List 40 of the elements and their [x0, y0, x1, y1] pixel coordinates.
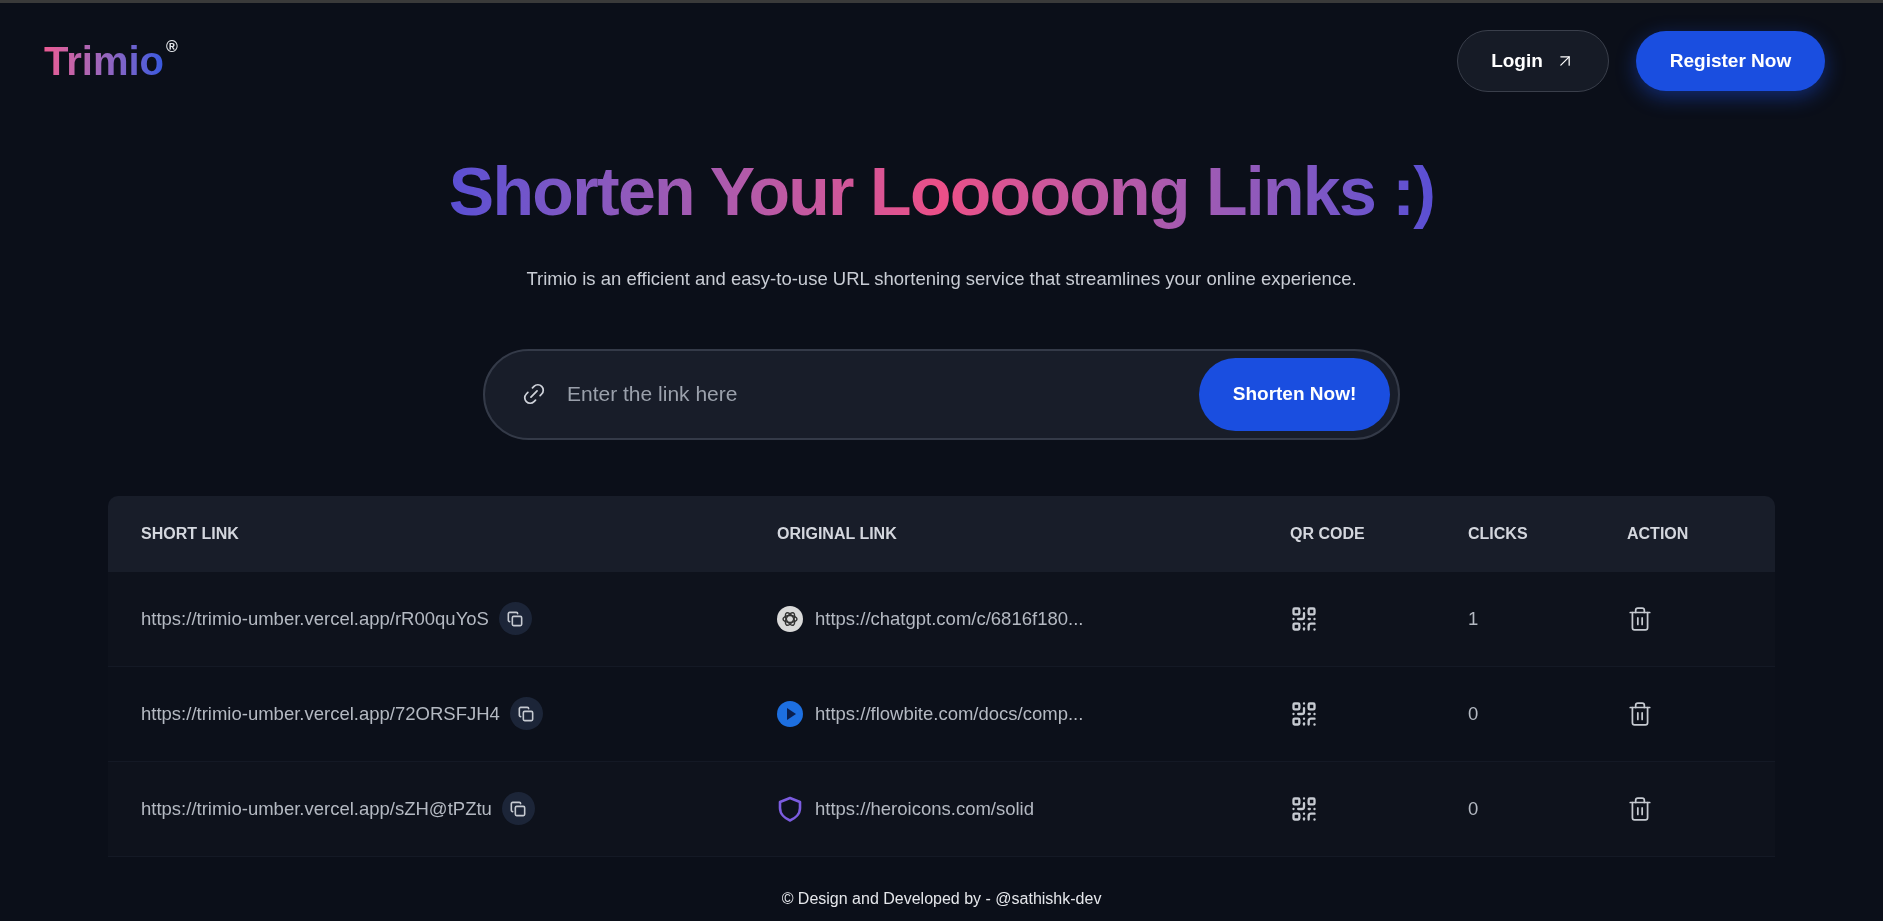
click-count: 0 [1468, 702, 1479, 724]
shorten-button[interactable]: Shorten Now! [1199, 357, 1390, 431]
qr-code-icon[interactable] [1290, 699, 1318, 728]
column-header: SHORT LINK [141, 524, 239, 542]
link-input-bar[interactable]: Enter the link here Shorten Now! [483, 348, 1400, 440]
copy-icon [518, 705, 535, 722]
trash-icon [1627, 795, 1653, 822]
trash-icon [1627, 700, 1653, 727]
short-link[interactable]: https://trimio-umber.vercel.app/sZH@tPZtu [141, 794, 492, 823]
column-header: CLICKS [1468, 524, 1528, 542]
column-header: ORIGINAL LINK [777, 524, 897, 542]
shield-icon [777, 795, 803, 822]
original-link[interactable]: https://chatgpt.com/c/6816f180... [815, 604, 1084, 633]
delete-button[interactable] [1627, 795, 1653, 822]
copy-button[interactable] [498, 602, 532, 636]
link-input-field[interactable]: Enter the link here [567, 378, 1199, 410]
copy-button[interactable] [501, 792, 535, 826]
column-header: QR CODE [1290, 524, 1365, 542]
register-button[interactable]: Register Now [1636, 31, 1825, 91]
footer-credit: © Design and Developed by - @sathishk-dev [781, 888, 1102, 909]
qr-code-icon[interactable] [1290, 604, 1318, 633]
trash-icon [1627, 605, 1653, 632]
short-link[interactable]: https://trimio-umber.vercel.app/rR00quYoS [141, 604, 489, 633]
click-count: 0 [1468, 797, 1479, 819]
login-button[interactable]: Login [1457, 30, 1609, 92]
qr-code-icon[interactable] [1290, 794, 1318, 823]
copy-button[interactable] [509, 697, 543, 731]
short-link[interactable]: https://trimio-umber.vercel.app/72ORSFJH4 [141, 699, 500, 728]
click-count: 1 [1468, 607, 1479, 629]
column-header: ACTION [1627, 524, 1689, 542]
original-link[interactable]: https://flowbite.com/docs/comp... [815, 699, 1084, 728]
copy-icon [510, 800, 527, 817]
registered-mark: ® [166, 39, 178, 55]
knot-logo-icon [777, 605, 803, 632]
delete-button[interactable] [1627, 700, 1653, 727]
delete-button[interactable] [1627, 605, 1653, 632]
original-link[interactable]: https://heroicons.com/solid [815, 794, 1035, 823]
copy-icon [507, 610, 524, 627]
hero-subtitle: Trimio is an efficient and easy-to-use URL shortening service that streamlines your online experience. [526, 266, 1357, 291]
play-logo-icon [777, 700, 803, 727]
